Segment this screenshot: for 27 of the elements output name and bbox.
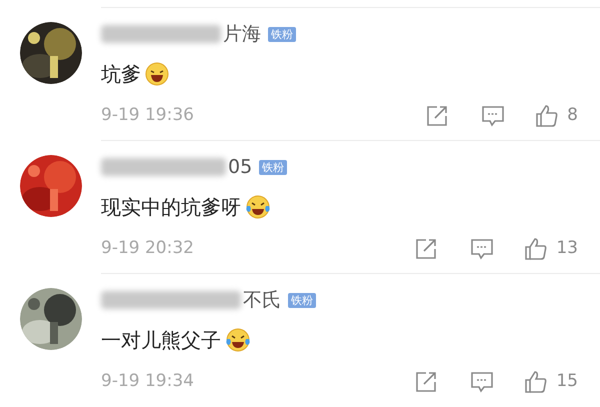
comment-icon[interactable] (470, 370, 494, 393)
fan-badge: 铁粉 (259, 160, 288, 174)
comment-text: 坑爹 (101, 61, 141, 88)
share-icon[interactable] (426, 104, 448, 127)
username[interactable]: 不氏 (243, 286, 281, 314)
username[interactable]: 片海 (223, 20, 261, 48)
comment-text: 一对儿熊父子 (101, 327, 221, 354)
crying-laughing-emoji-icon (225, 328, 251, 352)
comment-text: 现实中的坑爹呀 (101, 194, 241, 221)
thumbs-up-icon[interactable] (535, 104, 560, 128)
laughing-emoji-icon (145, 62, 169, 86)
crying-laughing-emoji-icon (245, 195, 271, 219)
like-count: 8 (567, 104, 578, 127)
timestamp: 9-19 19:36 (101, 104, 195, 127)
username[interactable]: 05 (228, 152, 252, 182)
like-count: 15 (556, 370, 578, 393)
timestamp: 9-19 19:34 (101, 370, 195, 393)
share-icon[interactable] (415, 238, 438, 260)
timestamp: 9-19 20:32 (101, 237, 195, 260)
thumbs-up-icon[interactable] (524, 236, 548, 261)
comment-icon[interactable] (481, 104, 506, 127)
comment-icon[interactable] (470, 238, 494, 260)
fan-badge: 铁粉 (288, 292, 316, 308)
fan-badge: 铁粉 (268, 26, 296, 42)
like-count: 13 (556, 237, 578, 260)
share-icon[interactable] (415, 370, 438, 393)
thumbs-up-icon[interactable] (524, 370, 548, 394)
